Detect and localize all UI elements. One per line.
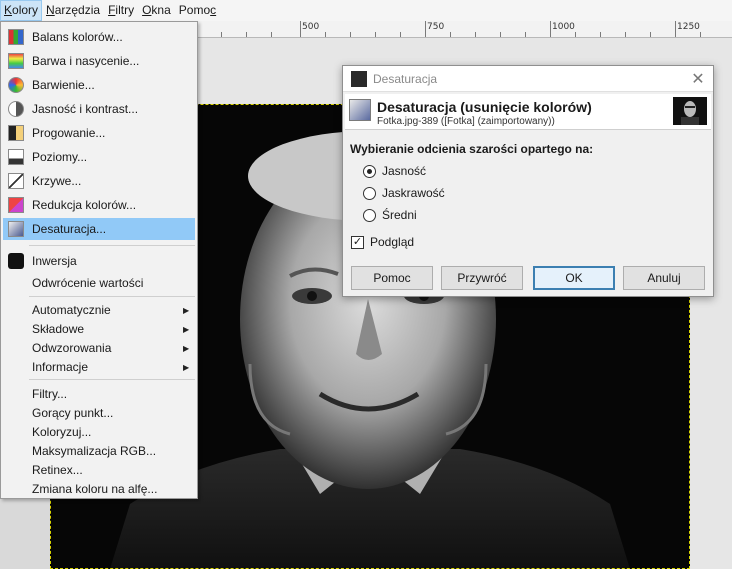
menu-item-label: Redukcja kolorów... bbox=[32, 198, 137, 212]
posterize-icon bbox=[8, 197, 24, 213]
menu-item-label: Krzywe... bbox=[32, 174, 82, 188]
menu-item-color-to-alpha[interactable]: Zmiana koloru na alfę... bbox=[3, 478, 195, 500]
gimp-app-icon bbox=[351, 70, 367, 87]
menu-item-value-invert[interactable]: Odwrócenie wartości bbox=[3, 272, 195, 294]
brightness-contrast-icon bbox=[8, 101, 24, 117]
dialog-subheading: Fotka.jpg-389 ([Fotka] (zaimportowany)) bbox=[377, 116, 555, 127]
menu-item-label: Odwzorowania bbox=[32, 341, 112, 355]
menu-item-label: Koloryzuj... bbox=[32, 425, 92, 439]
invert-icon bbox=[8, 253, 24, 269]
dialog-heading: Desaturacja (usunięcie kolorów) bbox=[377, 99, 592, 115]
dialog-header: Desaturacja (usunięcie kolorów) Fotka.jp… bbox=[345, 94, 711, 130]
ruler-label: 750 bbox=[427, 22, 445, 32]
menu-item-desaturate[interactable]: Desaturacja... bbox=[3, 218, 195, 240]
menu-filtry[interactable]: Filtry bbox=[104, 0, 138, 21]
menu-item-label: Progowanie... bbox=[32, 126, 106, 140]
radio-button[interactable] bbox=[363, 186, 376, 200]
menu-okna[interactable]: Okna bbox=[138, 0, 175, 21]
menu-item-label: Desaturacja... bbox=[32, 222, 107, 236]
menu-item-label: Barwienie... bbox=[32, 78, 95, 92]
menu-item-label: Poziomy... bbox=[32, 150, 88, 164]
desaturate-icon bbox=[8, 221, 24, 237]
menu-item-label: Jasność i kontrast... bbox=[32, 102, 139, 116]
menu-item-label: Retinex... bbox=[32, 463, 83, 477]
curves-icon bbox=[8, 173, 24, 189]
help-button[interactable]: Pomoc bbox=[351, 266, 433, 290]
dialog-titlebar[interactable]: Desaturacja ✕ bbox=[343, 66, 713, 92]
menu-item-brightness-contrast[interactable]: Jasność i kontrast... bbox=[3, 98, 195, 120]
menu-item-label: Filtry... bbox=[32, 387, 68, 401]
levels-icon bbox=[8, 149, 24, 165]
submenu-arrow-icon: ▶ bbox=[183, 324, 190, 334]
preview-checkbox[interactable]: ✓ Podgląd bbox=[351, 235, 414, 249]
radio-label: Jasność bbox=[382, 164, 427, 178]
menu-item-label: Informacje bbox=[32, 360, 89, 374]
menu-item-invert[interactable]: Inwersja bbox=[3, 250, 195, 272]
menu-separator bbox=[29, 296, 195, 297]
radio-button[interactable] bbox=[363, 164, 376, 178]
horizontal-ruler[interactable]: 500 750 1000 1250 bbox=[196, 20, 732, 38]
menu-item-curves[interactable]: Krzywe... bbox=[3, 170, 195, 192]
reset-button[interactable]: Przywróć bbox=[441, 266, 523, 290]
menu-item-label: Automatycznie bbox=[32, 303, 111, 317]
menu-separator bbox=[29, 379, 195, 380]
submenu-arrow-icon: ▶ bbox=[183, 305, 190, 315]
menu-item-info[interactable]: Informacje ▶ bbox=[3, 356, 195, 378]
menubar: Kolory Narzędzia Filtry Okna Pomoc bbox=[0, 0, 732, 21]
menu-item-label: Gorący punkt... bbox=[32, 406, 114, 420]
menu-item-label: Barwa i nasycenie... bbox=[32, 54, 140, 68]
color-balance-icon bbox=[8, 29, 24, 45]
colors-menu: Balans kolorów... Barwa i nasycenie... B… bbox=[0, 21, 198, 499]
desaturate-icon bbox=[349, 99, 371, 121]
ok-button[interactable]: OK bbox=[533, 266, 615, 290]
threshold-icon bbox=[8, 125, 24, 141]
radio-button[interactable] bbox=[363, 208, 376, 222]
menu-separator bbox=[29, 245, 195, 246]
desaturate-dialog: Desaturacja ✕ Desaturacja (usunięcie kol… bbox=[342, 65, 714, 297]
hue-saturation-icon bbox=[8, 53, 24, 69]
colorize-icon bbox=[8, 77, 24, 93]
submenu-arrow-icon: ▶ bbox=[183, 362, 190, 372]
group-title: Wybieranie odcienia szarości opartego na… bbox=[350, 142, 594, 156]
ruler-label: 1000 bbox=[552, 22, 575, 32]
menu-item-label: Inwersja bbox=[32, 254, 77, 268]
menu-kolory[interactable]: Kolory bbox=[0, 0, 43, 21]
radio-average[interactable]: Średni bbox=[363, 207, 417, 223]
radio-label: Jaskrawość bbox=[382, 186, 445, 200]
submenu-arrow-icon: ▶ bbox=[183, 343, 190, 353]
ruler-label: 500 bbox=[302, 22, 320, 32]
menu-item-threshold[interactable]: Progowanie... bbox=[3, 122, 195, 144]
menu-item-label: Maksymalizacja RGB... bbox=[32, 444, 157, 458]
image-thumbnail bbox=[673, 97, 707, 125]
menu-item-label: Balans kolorów... bbox=[32, 30, 123, 44]
menu-item-posterize[interactable]: Redukcja kolorów... bbox=[3, 194, 195, 216]
menu-item-hue-saturation[interactable]: Barwa i nasycenie... bbox=[3, 50, 195, 72]
menu-item-color-balance[interactable]: Balans kolorów... bbox=[3, 26, 195, 48]
radio-luminance[interactable]: Jasność bbox=[363, 163, 426, 179]
menu-narzedzia[interactable]: Narzędzia bbox=[42, 0, 104, 21]
radio-luma[interactable]: Jaskrawość bbox=[363, 185, 445, 201]
dialog-window-title: Desaturacja bbox=[373, 71, 438, 86]
menu-item-label: Odwrócenie wartości bbox=[32, 276, 144, 290]
menu-item-label: Zmiana koloru na alfę... bbox=[32, 482, 158, 496]
check-icon[interactable]: ✓ bbox=[351, 235, 364, 249]
ruler-label: 1250 bbox=[677, 22, 700, 32]
close-icon[interactable]: ✕ bbox=[683, 69, 713, 89]
preview-label: Podgląd bbox=[370, 235, 415, 249]
radio-label: Średni bbox=[382, 208, 417, 222]
menu-item-label: Składowe bbox=[32, 322, 85, 336]
menu-item-colorize[interactable]: Barwienie... bbox=[3, 74, 195, 96]
menu-item-levels[interactable]: Poziomy... bbox=[3, 146, 195, 168]
cancel-button[interactable]: Anuluj bbox=[623, 266, 705, 290]
menu-pomoc[interactable]: Pomoc bbox=[175, 0, 220, 21]
